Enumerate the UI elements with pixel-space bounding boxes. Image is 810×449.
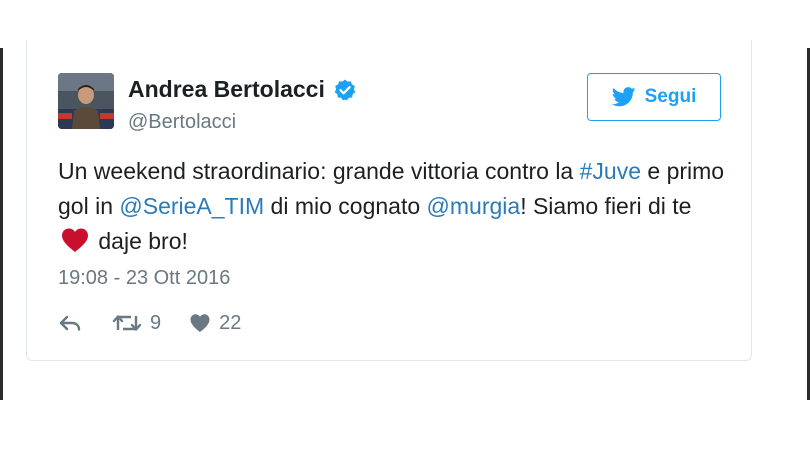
like-button[interactable]: 22 [189, 312, 241, 335]
tweet-text-part: di mio cognato [264, 193, 427, 219]
tweet-text: Un weekend straordinario: grande vittori… [58, 154, 728, 259]
mention-link-seriea-tim[interactable]: @SerieA_TIM [119, 193, 264, 219]
mention-link-murgia[interactable]: @murgia [427, 193, 521, 219]
author-name[interactable]: Andrea Bertolacci [128, 76, 357, 103]
follow-button-label: Segui [644, 86, 697, 107]
author-name-text: Andrea Bertolacci [128, 76, 325, 102]
red-heart-emoji [60, 227, 90, 253]
retweet-icon [112, 313, 142, 333]
tweet-timestamp[interactable]: 19:08 - 23 Ott 2016 [58, 267, 230, 290]
reply-arrow-icon [58, 313, 82, 333]
tweet-text-part: daje bro! [92, 228, 188, 254]
tweet-text-part: ! Siamo fieri di te [520, 193, 692, 219]
verified-badge-icon [333, 78, 357, 102]
author-handle[interactable]: @Bertolacci [128, 111, 236, 134]
reply-button[interactable] [58, 313, 82, 333]
tweet-actions: 9 22 [58, 308, 241, 338]
screenshot-frame: Andrea Bertolacci @Bertolacci Segui Un w… [0, 0, 810, 449]
tweet-text-part: Un weekend straordinario: grande vittori… [58, 158, 580, 184]
like-count: 22 [219, 311, 242, 334]
retweet-count: 9 [150, 311, 162, 334]
twitter-bird-icon [611, 87, 636, 107]
avatar-photo [58, 73, 114, 129]
retweet-button[interactable]: 9 [112, 312, 161, 335]
avatar[interactable] [58, 73, 114, 129]
embedded-tweet-card: Andrea Bertolacci @Bertolacci Segui Un w… [26, 40, 752, 361]
hashtag-link-juve[interactable]: #Juve [580, 158, 641, 184]
window-left-edge [0, 48, 3, 400]
follow-button[interactable]: Segui [587, 73, 721, 121]
heart-icon [189, 313, 211, 333]
